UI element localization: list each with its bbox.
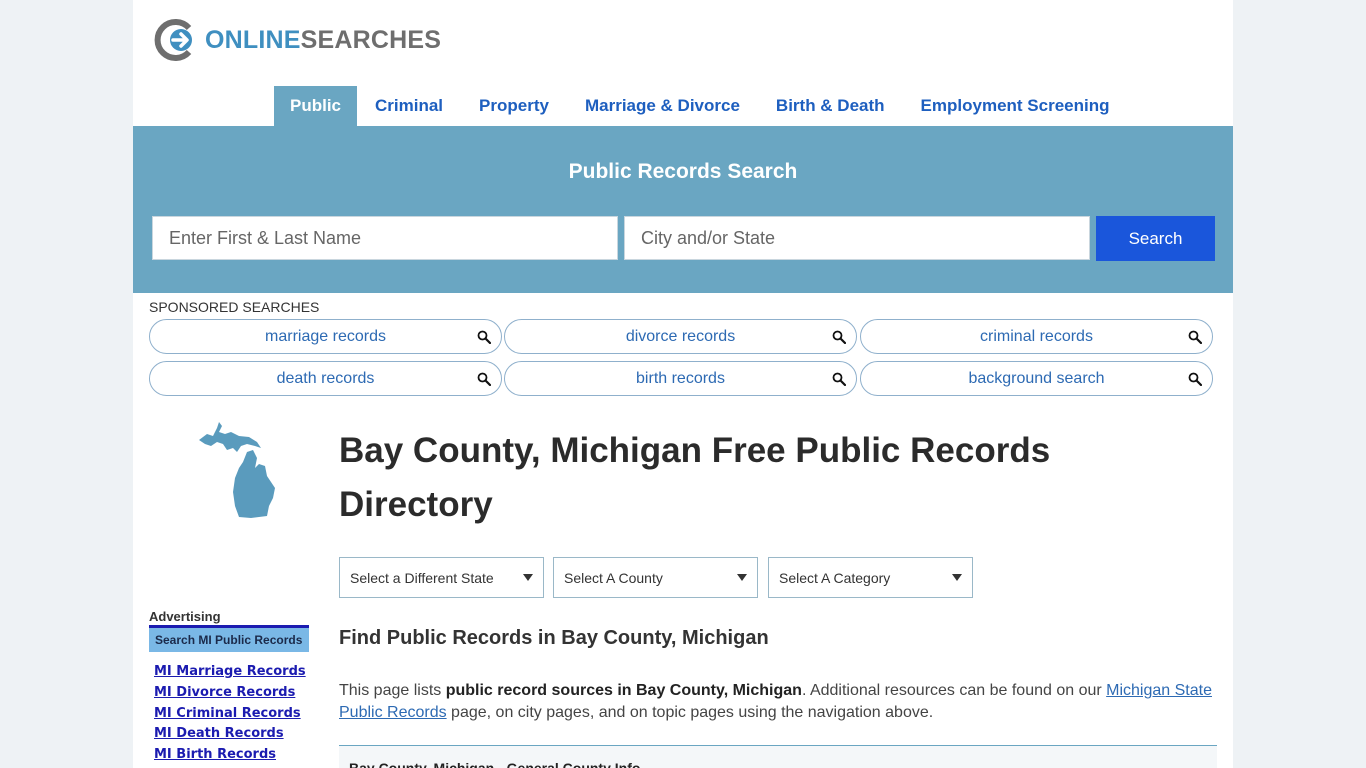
chevron-down-icon <box>952 574 962 581</box>
location-input[interactable] <box>624 216 1090 260</box>
intro-text-start: This page lists <box>339 682 446 699</box>
intro-text-end: page, on city pages, and on topic pages … <box>446 704 934 721</box>
logo-text-online: ONLINE <box>205 25 301 54</box>
search-icon <box>832 372 846 386</box>
chevron-down-icon <box>737 574 747 581</box>
category-select-value: Select A Category <box>779 569 891 586</box>
nav-item-marriage-divorce[interactable]: Marriage & Divorce <box>567 86 758 126</box>
chevron-down-icon <box>523 574 533 581</box>
sponsored-pill-label: death records <box>276 369 375 387</box>
intro-text-bold: public record sources in Bay County, Mic… <box>445 682 802 699</box>
search-band: Public Records Search Search <box>133 126 1233 293</box>
nav-item-public[interactable]: Public <box>274 86 358 126</box>
search-icon <box>1188 372 1202 386</box>
general-county-info-header: Bay County, Michigan - General County In… <box>339 745 1217 768</box>
nav-item-criminal[interactable]: Criminal <box>357 86 461 126</box>
page-container: ONLINESEARCHES Public Criminal Property … <box>133 0 1233 768</box>
sponsored-pill-marriage-records[interactable]: marriage records <box>149 319 502 354</box>
michigan-map-icon <box>199 422 275 518</box>
page-title: Bay County, Michigan Free Public Records… <box>339 431 1051 524</box>
category-select[interactable]: Select A Category <box>768 557 973 598</box>
sidebar-link-death-records[interactable]: MI Death Records <box>154 726 284 741</box>
county-select-value: Select A County <box>564 569 663 586</box>
sidebar-link-divorce-records[interactable]: MI Divorce Records <box>154 685 295 700</box>
intro-paragraph: This page lists public record sources in… <box>339 680 1219 724</box>
search-button[interactable]: Search <box>1096 216 1215 261</box>
search-icon <box>477 372 491 386</box>
sidebar-link-marriage-records[interactable]: MI Marriage Records <box>154 664 306 679</box>
advertising-label: Advertising <box>149 609 221 624</box>
search-icon <box>1188 330 1202 344</box>
sidebar-ad-header: Search MI Public Records <box>149 625 309 652</box>
sponsored-pill-label: birth records <box>636 369 725 387</box>
site-logo[interactable]: ONLINESEARCHES <box>153 18 441 62</box>
main-nav: Public Criminal Property Marriage & Divo… <box>274 86 1127 126</box>
sponsored-pill-label: background search <box>968 369 1105 387</box>
nav-item-employment-screening[interactable]: Employment Screening <box>903 86 1128 126</box>
intro-text-mid: . Additional resources can be found on o… <box>801 682 1107 699</box>
state-select[interactable]: Select a Different State <box>339 557 544 598</box>
nav-item-property[interactable]: Property <box>461 86 567 126</box>
search-title: Public Records Search <box>568 160 798 183</box>
sidebar-link-birth-records[interactable]: MI Birth Records <box>154 747 276 762</box>
sponsored-pill-divorce-records[interactable]: divorce records <box>504 319 857 354</box>
logo-arrow-icon <box>154 19 192 61</box>
sponsored-pill-label: marriage records <box>265 327 386 345</box>
logo-text-searches: SEARCHES <box>300 25 442 54</box>
county-select[interactable]: Select A County <box>553 557 758 598</box>
search-icon <box>477 330 491 344</box>
sponsored-pill-death-records[interactable]: death records <box>149 361 502 396</box>
sponsored-pill-criminal-records[interactable]: criminal records <box>860 319 1213 354</box>
sponsored-pill-label: criminal records <box>980 327 1093 345</box>
sponsored-label: SPONSORED SEARCHES <box>149 299 320 315</box>
search-icon <box>832 330 846 344</box>
section-subheading: Find Public Records in Bay County, Michi… <box>339 627 769 649</box>
name-input[interactable] <box>152 216 618 260</box>
sponsored-pill-label: divorce records <box>625 327 736 345</box>
nav-item-birth-death[interactable]: Birth & Death <box>758 86 903 126</box>
sidebar-link-criminal-records[interactable]: MI Criminal Records <box>154 706 301 721</box>
sponsored-pill-birth-records[interactable]: birth records <box>504 361 857 396</box>
state-select-value: Select a Different State <box>350 569 494 586</box>
sponsored-pill-background-search[interactable]: background search <box>860 361 1213 396</box>
